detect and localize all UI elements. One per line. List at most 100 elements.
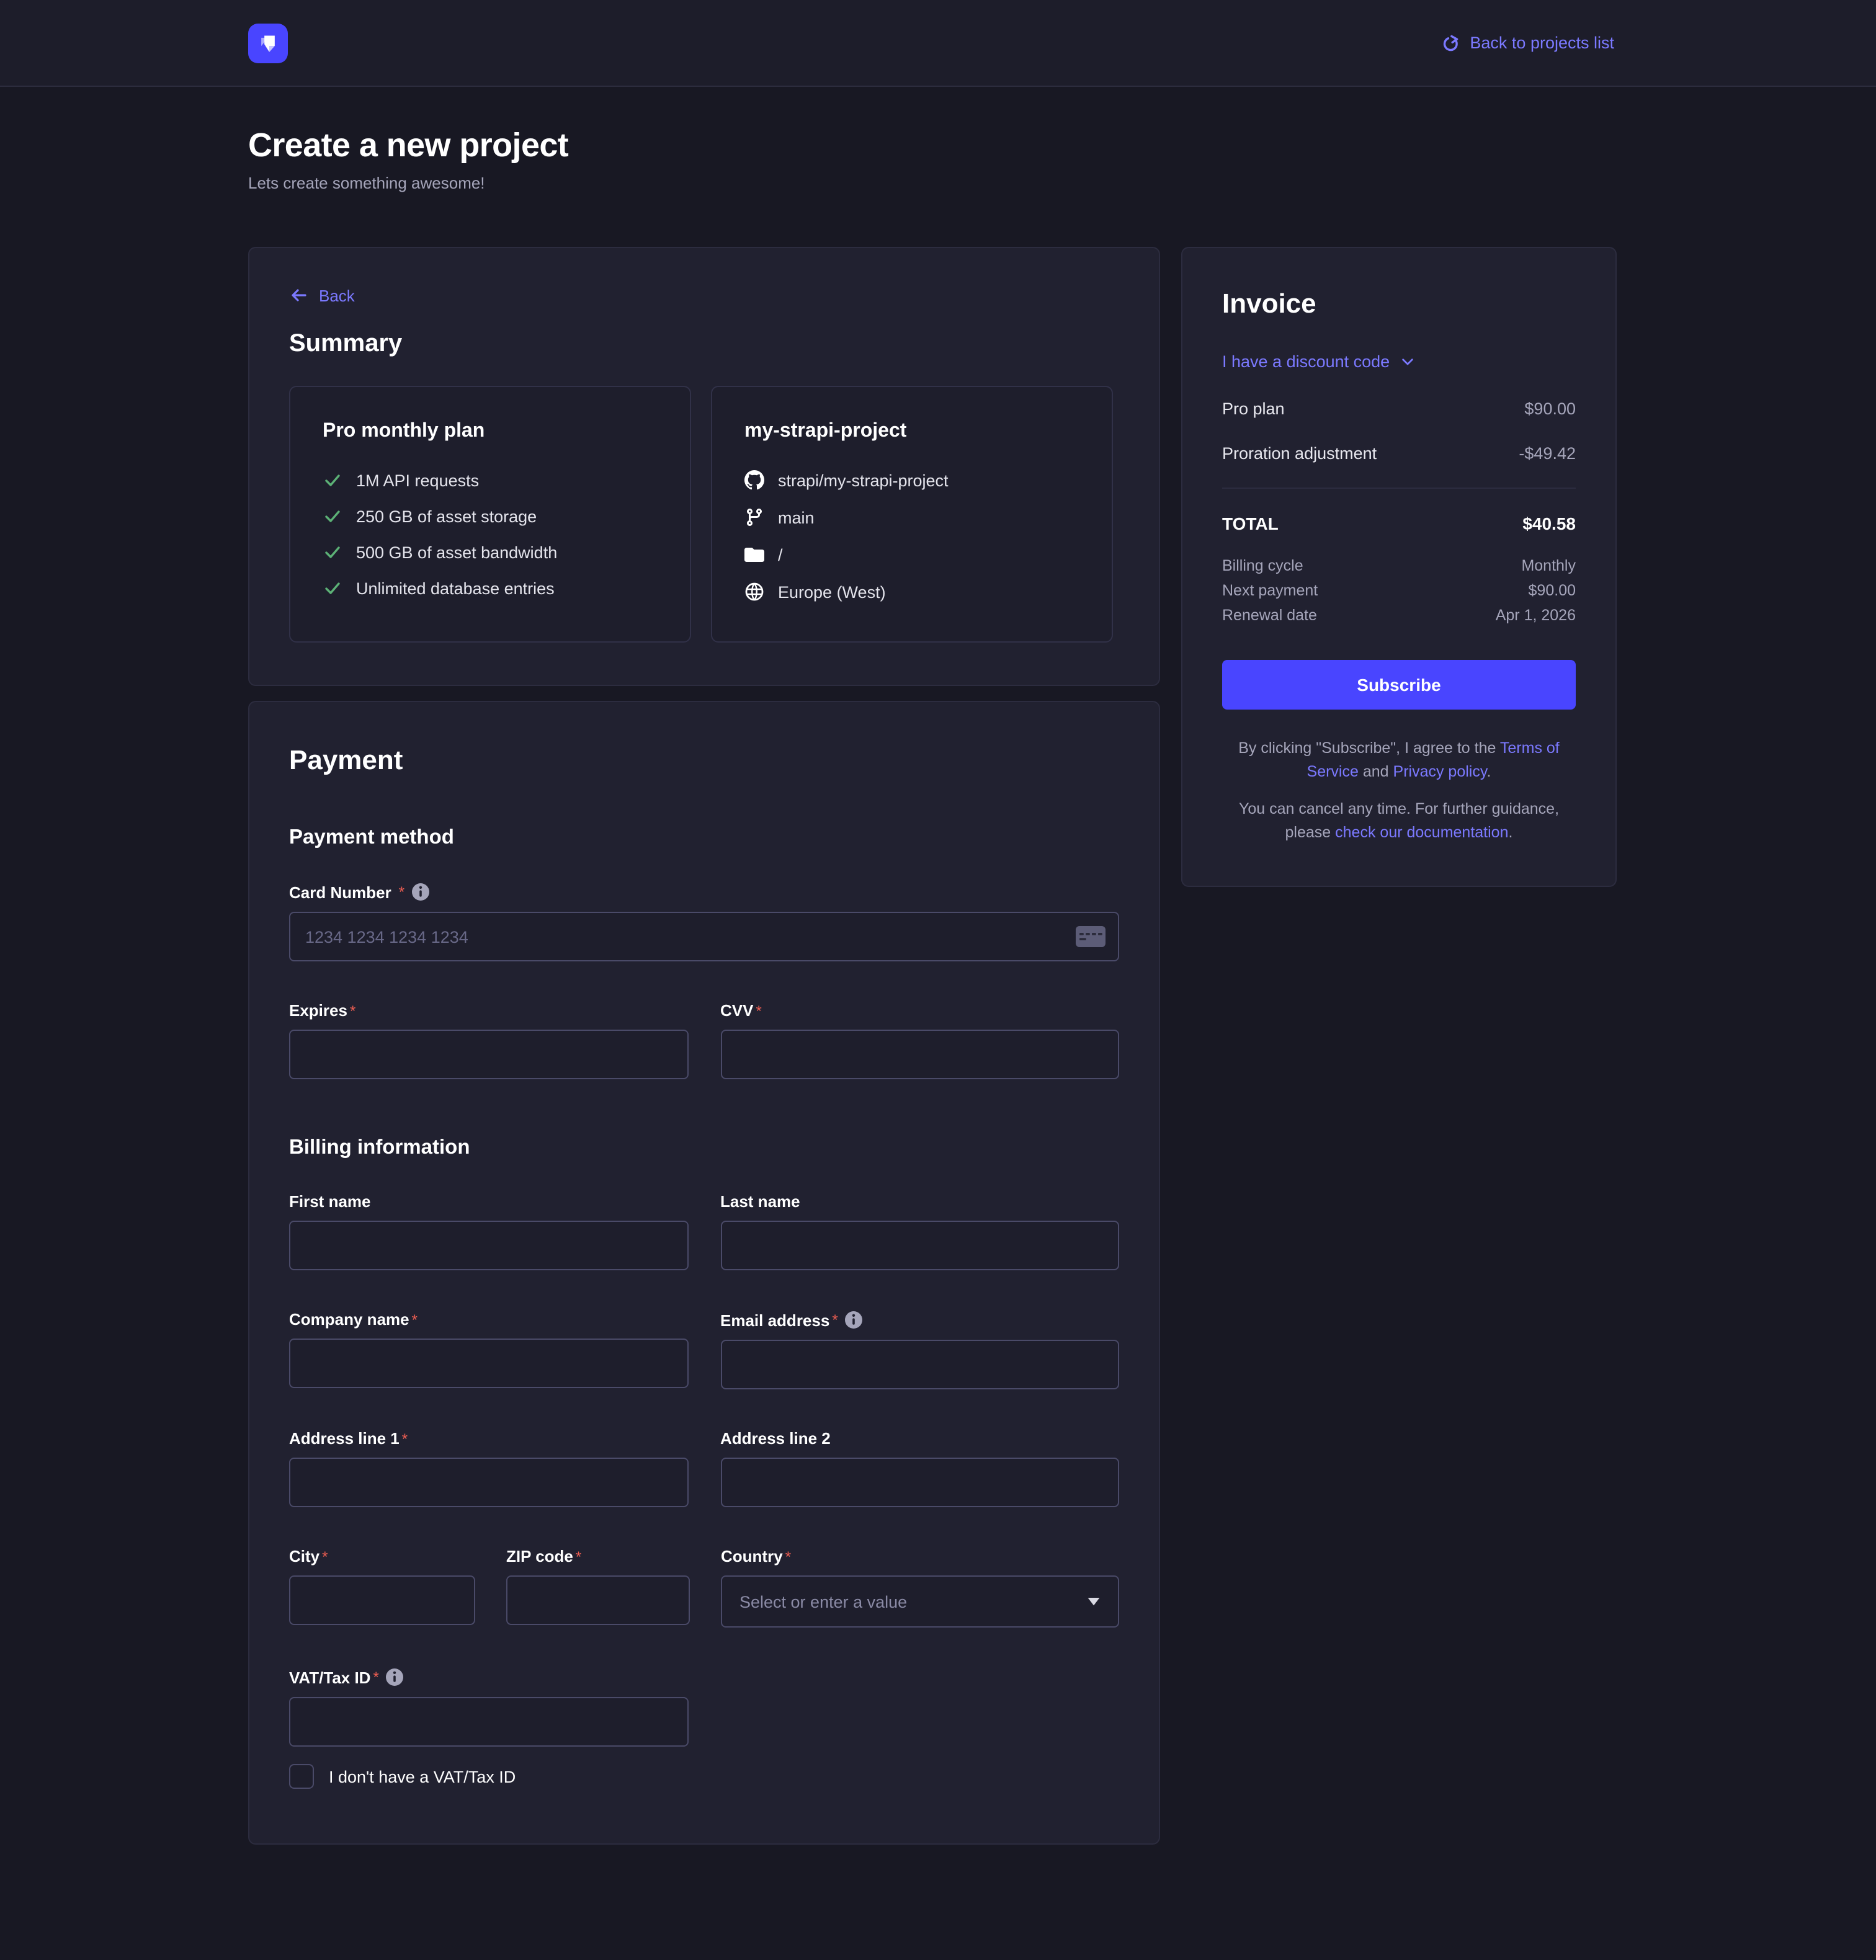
project-title: my-strapi-project [744, 421, 1079, 443]
billing-cycle-row: Billing cycle Monthly [1222, 553, 1576, 578]
first-name-input[interactable] [289, 1221, 688, 1270]
required-marker: * [832, 1311, 838, 1329]
strapi-cloud-logo-icon [248, 23, 288, 63]
privacy-policy-link[interactable]: Privacy policy [1393, 764, 1487, 781]
first-name-field: First name [289, 1192, 688, 1270]
summary-title: Summary [289, 330, 1119, 359]
subscribe-button[interactable]: Subscribe [1222, 660, 1576, 710]
address-line-2-label: Address line 2 [720, 1429, 831, 1448]
required-marker: * [350, 1002, 355, 1019]
no-vat-checkbox-row[interactable]: I don't have a VAT/Tax ID [289, 1764, 1119, 1789]
discount-code-toggle[interactable]: I have a discount code [1222, 352, 1416, 371]
plan-feature: 1M API requests [323, 470, 658, 490]
no-vat-checkbox-label: I don't have a VAT/Tax ID [329, 1767, 516, 1786]
required-marker: * [402, 1430, 408, 1447]
required-marker: * [373, 1668, 378, 1686]
plan-feature: Unlimited database entries [323, 578, 658, 598]
card-number-field: Card Number * [289, 882, 1119, 961]
company-name-input[interactable] [289, 1339, 688, 1388]
address-line-1-field: Address line 1 * [289, 1429, 688, 1507]
terms-text: By clicking "Subscribe", I agree to the … [1222, 737, 1576, 785]
page: Back to projects list Create a new proje… [0, 0, 1876, 1960]
credit-card-icon [1076, 926, 1106, 947]
email-field: Email address * [720, 1310, 1119, 1389]
invoice-line-item: Proration adjustment -$49.42 [1222, 444, 1576, 463]
next-payment-row: Next payment $90.00 [1222, 578, 1576, 603]
vat-field: VAT/Tax ID * [289, 1667, 689, 1747]
git-branch-icon [744, 507, 764, 527]
cancel-text: You can cancel any time. For further gui… [1222, 798, 1576, 846]
expires-input[interactable] [289, 1030, 688, 1079]
required-marker: * [785, 1548, 791, 1565]
card-number-input[interactable] [289, 912, 1119, 961]
cvv-input[interactable] [720, 1030, 1119, 1079]
address-line-1-label: Address line 1 [289, 1429, 400, 1448]
first-name-label: First name [289, 1192, 371, 1211]
company-name-label: Company name [289, 1310, 409, 1329]
zip-code-field: ZIP code * [506, 1547, 690, 1628]
documentation-link[interactable]: check our documentation [1335, 824, 1508, 841]
address-line-1-input[interactable] [289, 1458, 688, 1507]
last-name-input[interactable] [720, 1221, 1119, 1270]
project-region-row: Europe (West) [744, 582, 1079, 602]
back-to-projects-link[interactable]: Back to projects list [1440, 33, 1614, 53]
discount-code-label: I have a discount code [1222, 352, 1390, 371]
project-summary-card: my-strapi-project strapi/my-strapi-proje… [711, 386, 1113, 643]
zip-code-input[interactable] [506, 1575, 690, 1625]
invoice-total-label: TOTAL [1222, 514, 1279, 533]
project-branch-row: main [744, 507, 1079, 527]
plan-summary-card: Pro monthly plan 1M API requests 250 GB … [289, 386, 691, 643]
cvv-label: CVV [720, 1001, 753, 1020]
address-line-2-field: Address line 2 [720, 1429, 1119, 1507]
invoice-line-item: Pro plan $90.00 [1222, 399, 1576, 418]
country-field: Country * Select or enter a value [721, 1547, 1119, 1628]
project-directory-row: / [744, 545, 1079, 564]
invoice-title: Invoice [1222, 288, 1576, 320]
info-icon [385, 1667, 405, 1687]
vat-input[interactable] [289, 1697, 689, 1747]
info-icon [844, 1310, 864, 1330]
city-field: City * [289, 1547, 475, 1628]
payment-card: Payment Payment method Card Number * [248, 701, 1160, 1845]
last-name-field: Last name [720, 1192, 1119, 1270]
plan-title: Pro monthly plan [323, 421, 658, 443]
company-name-field: Company name * [289, 1310, 688, 1389]
top-bar: Back to projects list [0, 0, 1876, 87]
city-label: City [289, 1547, 319, 1566]
required-marker: * [322, 1548, 328, 1565]
check-icon [323, 578, 342, 598]
summary-card: Back Summary Pro monthly plan 1M API req… [248, 247, 1160, 686]
payment-title: Payment [289, 744, 1119, 777]
vat-label: VAT/Tax ID [289, 1668, 370, 1686]
back-link[interactable]: Back [289, 285, 355, 305]
payment-method-title: Payment method [289, 826, 1119, 850]
no-vat-checkbox[interactable] [289, 1764, 314, 1789]
main-content: Create a new project Lets create somethi… [0, 87, 1876, 1845]
page-subtitle: Lets create something awesome! [248, 174, 1628, 192]
address-line-2-input[interactable] [720, 1458, 1119, 1507]
zip-code-label: ZIP code [506, 1547, 573, 1566]
plan-feature: 500 GB of asset bandwidth [323, 542, 658, 562]
required-marker: * [412, 1311, 418, 1328]
check-icon [323, 506, 342, 526]
caret-down-icon [1087, 1597, 1101, 1606]
required-marker: * [399, 883, 404, 901]
country-label: Country [721, 1547, 783, 1566]
info-icon [411, 882, 431, 902]
city-input[interactable] [289, 1575, 475, 1625]
back-to-projects-label: Back to projects list [1470, 33, 1614, 52]
globe-icon [744, 582, 764, 602]
country-select-placeholder: Select or enter a value [739, 1592, 907, 1611]
expires-field: Expires * [289, 1001, 688, 1079]
email-label: Email address [720, 1311, 829, 1329]
arrow-left-icon [289, 285, 309, 305]
invoice-card: Invoice I have a discount code Pro plan … [1181, 247, 1617, 886]
plan-feature: 250 GB of asset storage [323, 506, 658, 526]
email-input[interactable] [720, 1340, 1119, 1389]
folder-icon [744, 545, 764, 564]
check-icon [323, 542, 342, 562]
page-title: Create a new project [248, 127, 1628, 165]
country-select[interactable]: Select or enter a value [721, 1575, 1119, 1628]
card-number-label: Card Number [289, 883, 391, 901]
renewal-date-row: Renewal date Apr 1, 2026 [1222, 603, 1576, 628]
